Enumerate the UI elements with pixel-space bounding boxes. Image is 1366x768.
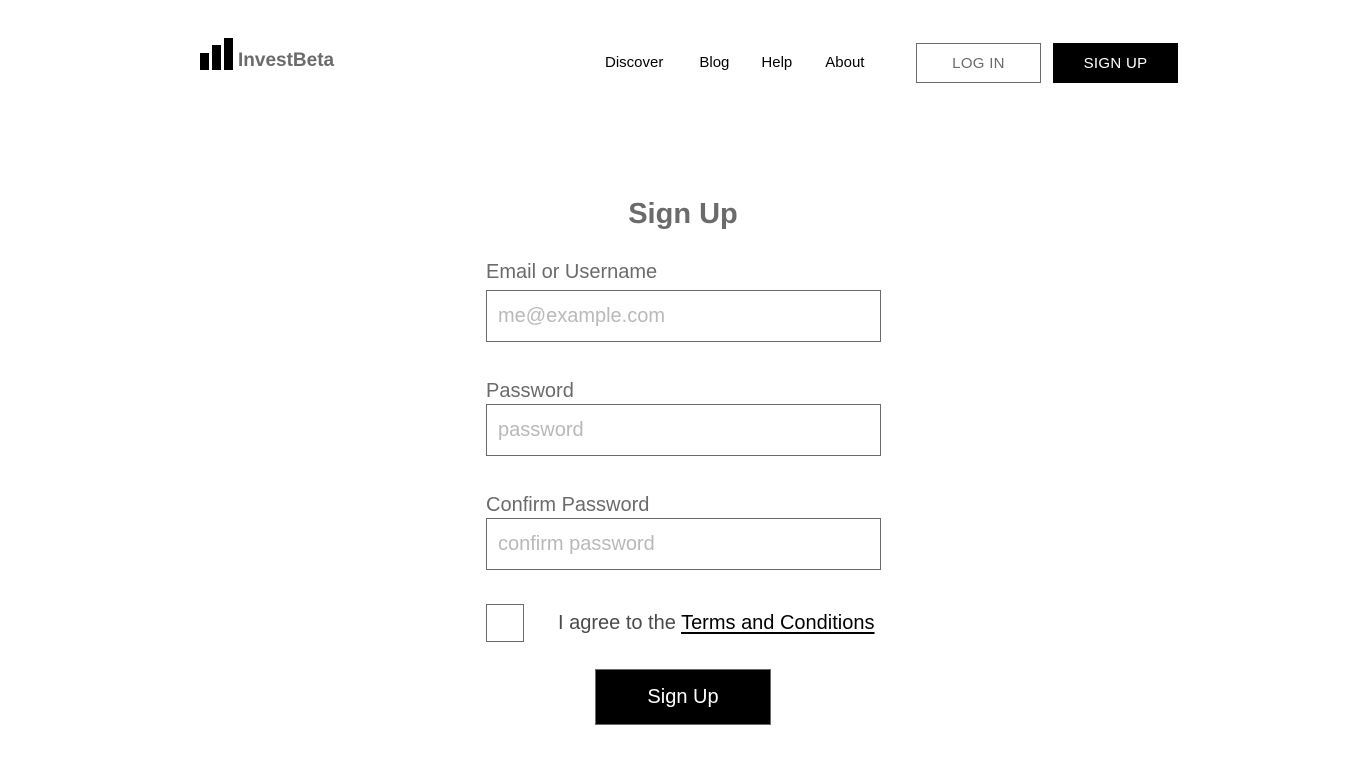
main-nav: Discover Blog Help About [605, 53, 864, 73]
terms-agreement: I agree to the Terms and Conditions [558, 610, 875, 636]
confirm-password-field[interactable] [486, 518, 881, 570]
email-field[interactable] [486, 290, 881, 342]
password-label: Password [486, 380, 574, 402]
login-button[interactable]: LOG IN [916, 43, 1041, 83]
logo-text: InvestBeta [238, 50, 335, 71]
nav-link-help[interactable]: Help [761, 53, 792, 73]
nav-link-discover[interactable]: Discover [605, 53, 663, 73]
header-signup-button[interactable]: SIGN UP [1053, 43, 1178, 83]
bar-chart-logo-icon [200, 38, 233, 70]
password-field[interactable] [486, 404, 881, 456]
signup-submit-button[interactable]: Sign Up [595, 669, 771, 725]
logo[interactable]: InvestBeta [200, 36, 334, 70]
confirm-password-label: Confirm Password [486, 494, 650, 516]
nav-link-blog[interactable]: Blog [699, 53, 729, 73]
page-title: Sign Up [628, 198, 738, 230]
email-label: Email or Username [486, 261, 658, 283]
terms-checkbox[interactable] [486, 604, 524, 642]
terms-link[interactable]: Terms and Conditions [681, 612, 874, 634]
nav-link-about[interactable]: About [825, 53, 864, 73]
terms-agreement-text: I agree to the [558, 612, 682, 634]
